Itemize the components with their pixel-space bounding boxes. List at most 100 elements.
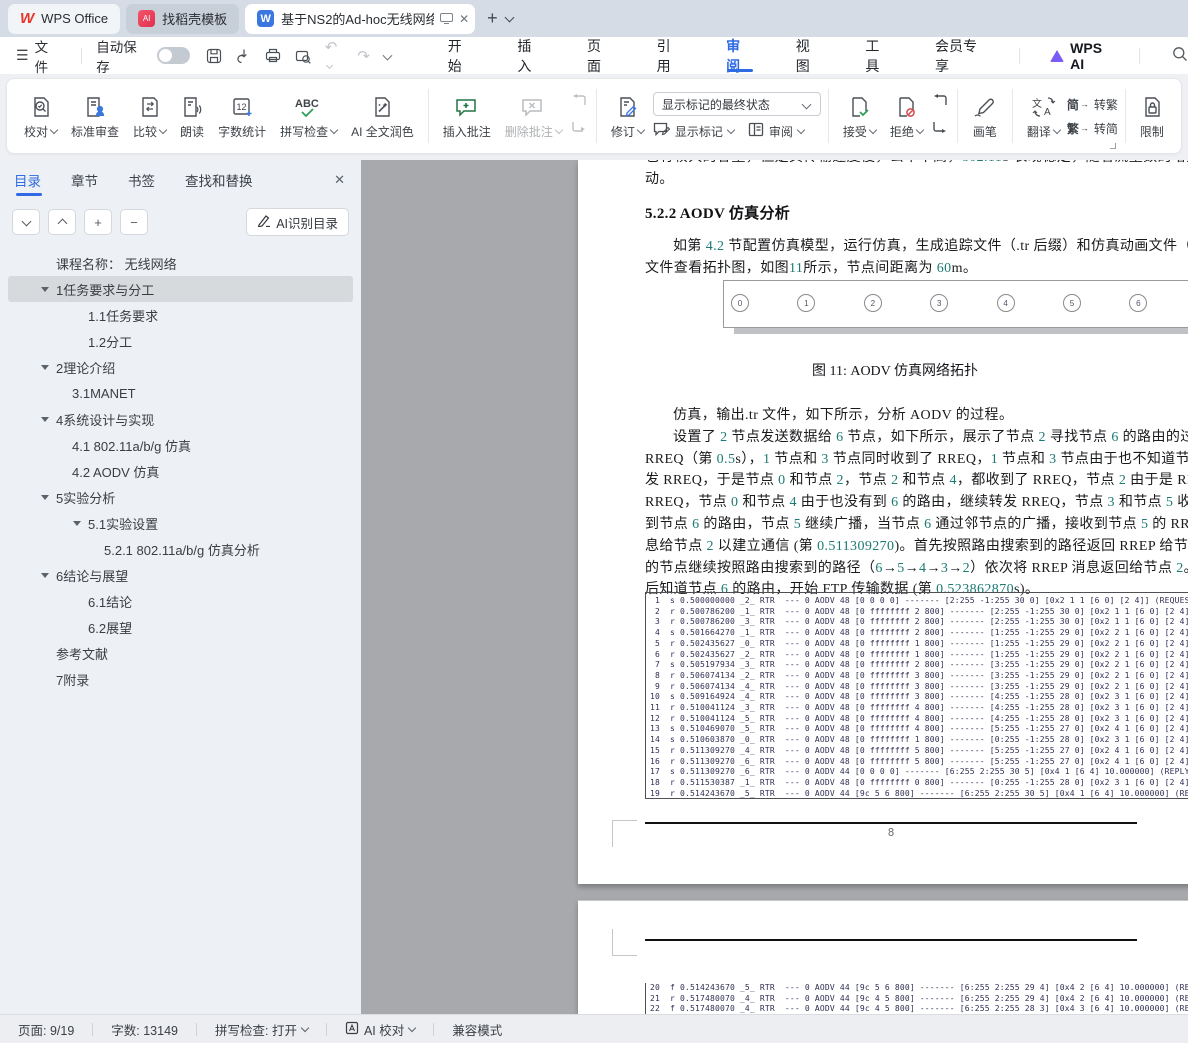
document-canvas[interactable]: 也有较大的容量，但是其传输速度慢，公平率高，802.11b 表现稳定，随着流量数… [361, 160, 1188, 1014]
toc-item[interactable]: 6.1结论 [8, 588, 353, 614]
document-page-9[interactable]: 20 f 0.514243670 _5_ RTR --- 0 AODV 44 [… [578, 900, 1188, 1014]
next-change-icon[interactable] [932, 120, 948, 138]
menubar-item-5[interactable]: 视图 [775, 37, 845, 74]
svg-text:A: A [1044, 107, 1051, 118]
present-monitor-icon[interactable] [440, 13, 454, 24]
toc-item[interactable]: 6结论与展望 [8, 562, 353, 588]
reject-button[interactable]: 拒绝 [883, 89, 930, 144]
page-indicator[interactable]: 页面: 9/19 [14, 1020, 78, 1039]
menubar-item-0[interactable]: 开始 [427, 37, 497, 74]
insert-comment-button[interactable]: 插入批注 [436, 89, 498, 144]
accept-button[interactable]: 接受 [836, 89, 883, 144]
file-menu-button[interactable]: ☰ 文件 [0, 36, 73, 76]
menubar-item-4[interactable]: 审阅 [705, 37, 775, 74]
document-page-8[interactable]: 也有较大的容量，但是其传输速度慢，公平率高，802.11b 表现稳定，随着流量数… [578, 160, 1188, 884]
menubar-item-1[interactable]: 插入 [496, 37, 566, 74]
traditional-to-simplified-button[interactable]: 繁 → 转简 [1067, 120, 1118, 137]
wps-ai-button[interactable]: WPS AI [1050, 40, 1119, 72]
text-line: 的节点继续按照路由搜索到的路径（6→5→4→3→2）依次将 RREP 消息返回给… [645, 560, 1188, 576]
read-aloud-button[interactable]: 朗读 [173, 89, 211, 144]
next-comment-icon[interactable] [571, 120, 587, 138]
toc-item[interactable]: 5.2.1 802.11a/b/g 仿真分析 [8, 536, 353, 562]
toc-item[interactable]: 课程名称： 无线网络 [8, 250, 353, 276]
menubar-item-6[interactable]: 工具 [844, 37, 914, 74]
toc-item[interactable]: 6.2展望 [8, 614, 353, 640]
toc-collapse-icon[interactable] [41, 364, 49, 370]
compare-button[interactable]: 比较 [126, 89, 173, 144]
sidebar-tab-3[interactable]: 查找和替换 [185, 160, 253, 200]
delete-comment-button[interactable]: 删除批注 [498, 89, 569, 144]
menubar-item-3[interactable]: 引用 [636, 37, 706, 74]
new-tab-button[interactable]: + [487, 8, 498, 29]
toc-collapse-icon[interactable] [41, 572, 49, 578]
standard-review-button[interactable]: 标准审查 [64, 89, 126, 144]
toc-item[interactable]: 参考文献 [8, 640, 353, 666]
toc-item[interactable]: 4.1 802.11a/b/g 仿真 [8, 432, 353, 458]
simplified-to-traditional-button[interactable]: 简 → 转繁 [1067, 96, 1118, 113]
group-expand-icon[interactable] [1109, 143, 1116, 149]
close-tab-icon[interactable]: ✕ [459, 12, 469, 26]
spell-check-label: 拼写检查 [280, 124, 329, 139]
menubar-item-2[interactable]: 页面 [566, 37, 636, 74]
ai-proofread-button[interactable]: AI 校对 [341, 1020, 419, 1039]
toc-collapse-icon[interactable] [41, 494, 49, 500]
draw-pen-label: 画笔 [972, 124, 997, 139]
text-line: 也有较大的容量，但是其传输速度慢，公平率高，802.11b 表现稳定，随着流量数… [645, 160, 1188, 169]
toc-item[interactable]: 1任务要求与分工 [8, 276, 353, 302]
spell-check-status[interactable]: 拼写检查: 打开 [211, 1020, 312, 1039]
sidebar-tab-2[interactable]: 书签 [128, 160, 155, 200]
toc-item[interactable]: 5实验分析 [8, 484, 353, 510]
svg-text:12: 12 [237, 102, 247, 112]
toc-item[interactable]: 5.1实验设置 [8, 510, 353, 536]
toc-collapse-icon[interactable] [41, 286, 49, 292]
toc-item[interactable]: 4系统设计与实现 [8, 406, 353, 432]
toc-collapse-icon[interactable] [41, 416, 49, 422]
expand-all-button[interactable] [12, 209, 40, 235]
proofread-button[interactable]: 校对 [17, 89, 64, 144]
track-changes-button[interactable]: 修订 [604, 89, 651, 144]
zoom-in-outline-button[interactable]: + [84, 209, 112, 235]
zoom-out-outline-button[interactable]: − [120, 209, 148, 235]
print-icon[interactable] [265, 48, 281, 63]
markup-state-select[interactable]: 显示标记的最终状态 [652, 92, 821, 116]
sidebar-tab-1[interactable]: 章节 [71, 160, 98, 200]
collapse-all-button[interactable] [48, 209, 76, 235]
restrict-edit-button[interactable]: 限制 [1133, 89, 1171, 144]
export-pdf-icon[interactable] [236, 48, 251, 64]
close-sidebar-icon[interactable]: ✕ [334, 172, 345, 188]
autosave-toggle[interactable] [156, 47, 190, 64]
save-icon[interactable] [206, 48, 222, 64]
toc-collapse-icon[interactable] [73, 520, 81, 526]
previous-comment-icon[interactable] [571, 94, 587, 112]
proofread-label: 校对 [24, 124, 49, 139]
translate-button[interactable]: 文A 翻译 [1020, 89, 1067, 144]
toc-item[interactable]: 1.2分工 [8, 328, 353, 354]
word-count-indicator[interactable]: 字数: 13149 [107, 1020, 182, 1039]
previous-change-icon[interactable] [932, 94, 948, 112]
tab-wps-office[interactable]: W WPS Office [8, 3, 121, 34]
tab-docer[interactable]: AI 找稻壳模板 [126, 3, 240, 34]
search-icon[interactable] [1172, 46, 1188, 65]
toc-item[interactable]: 4.2 AODV 仿真 [8, 458, 353, 484]
redo-icon[interactable]: ↷ [357, 47, 370, 65]
tab-list-chevron-icon[interactable] [504, 12, 515, 22]
review-pane-button[interactable]: 审阅 [748, 122, 806, 140]
toc-item[interactable]: 7附录 [8, 666, 353, 692]
menubar-item-7[interactable]: 会员专享 [914, 37, 1011, 74]
tab-document[interactable]: W 基于NS2的Ad-hoc无线网络A ✕ [245, 3, 476, 34]
toc-item[interactable]: 2理论介绍 [8, 354, 353, 380]
sidebar-tab-0[interactable]: 目录 [14, 160, 42, 200]
ribbon-group-proofing: 校对 标准审查 比较 朗读 12 字数统计 ABC 拼写检查 AI 全文润色 [17, 79, 421, 153]
ai-recognize-toc-button[interactable]: AI识别目录 [246, 208, 349, 236]
toc-item[interactable]: 1.1任务要求 [8, 302, 353, 328]
show-markup-button[interactable]: 显示标记 [653, 122, 736, 140]
ai-polish-button[interactable]: AI 全文润色 [344, 89, 421, 144]
statusbar: 页面: 9/19 字数: 13149 拼写检查: 打开 AI 校对 兼容模式 [0, 1014, 1188, 1043]
toc-item[interactable]: 3.1MANET [8, 380, 353, 406]
more-quick-actions-chevron-icon[interactable] [382, 50, 393, 61]
spell-check-button[interactable]: ABC 拼写检查 [273, 89, 344, 144]
word-count-button[interactable]: 12 字数统计 [211, 89, 273, 144]
print-preview-icon[interactable] [295, 48, 311, 64]
draw-pen-button[interactable]: 画笔 [965, 89, 1005, 144]
undo-icon[interactable]: ↶ [325, 38, 344, 73]
